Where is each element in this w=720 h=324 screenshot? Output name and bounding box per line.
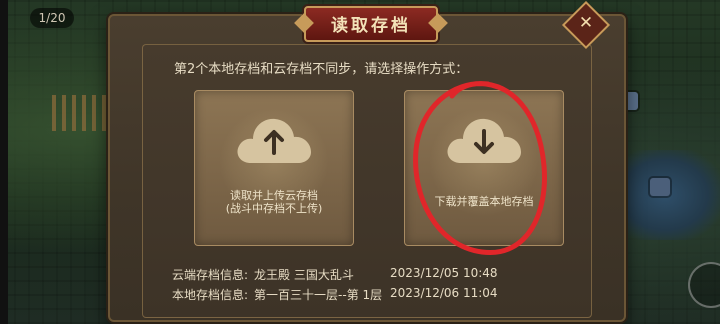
local-save-info: 本地存档信息: 第一百三十一层--第 1层 2023/12/06 11:04 [172, 286, 498, 303]
level-counter: 1/20 [30, 8, 74, 28]
download-option-line1: 下载并覆盖本地存档 [434, 195, 534, 208]
local-info-label: 本地存档信息: [172, 288, 249, 302]
cloud-save-info: 云端存档信息: 龙王殿 三国大乱斗 2023/12/05 10:48 [172, 266, 498, 283]
cloud-download-icon [447, 118, 521, 163]
dialog-title: 读取存档 [331, 16, 411, 36]
download-option-label: 下载并覆盖本地存档 [405, 195, 563, 208]
close-icon: ✕ [578, 13, 594, 33]
upload-option-label: 读取并上传云存档 (战斗中存档不上传) [195, 189, 353, 215]
sync-prompt: 第2个本地存档和云存档不同步，请选择操作方式： [174, 62, 469, 77]
local-info-value: 第一百三十一层--第 1层 [254, 288, 383, 302]
map-unit [650, 178, 670, 196]
cloud-info-time: 2023/12/05 10:48 [390, 266, 498, 280]
download-cloud-save-button[interactable]: 下载并覆盖本地存档 [404, 90, 564, 246]
local-info-time: 2023/12/06 11:04 [390, 286, 498, 300]
map-edge-shadow [0, 0, 8, 324]
upload-option-line2: (战斗中存档不上传) [225, 202, 323, 215]
load-save-dialog: 读取存档 ✕ 第2个本地存档和云存档不同步，请选择操作方式： 读取并上传云存档 … [108, 0, 626, 322]
cloud-info-label: 云端存档信息: [172, 268, 249, 282]
upload-cloud-save-button[interactable]: 读取并上传云存档 (战斗中存档不上传) [194, 90, 354, 246]
cloud-info-value: 龙王殿 三国大乱斗 [254, 268, 354, 282]
dialog-title-plate: 读取存档 [304, 6, 438, 42]
map-action-button[interactable] [688, 262, 720, 308]
upload-option-line1: 读取并上传云存档 [230, 189, 318, 202]
map-water [628, 150, 720, 240]
cloud-upload-icon [237, 118, 311, 163]
